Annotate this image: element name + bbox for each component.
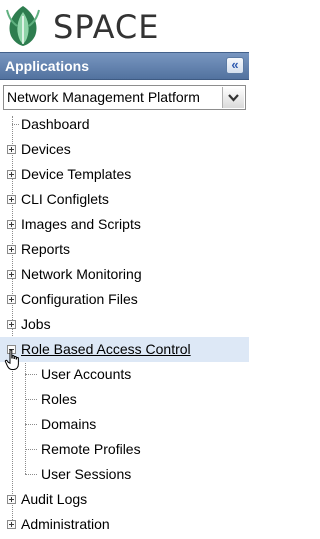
expand-plus-icon[interactable] <box>7 145 16 154</box>
logo-bar: SPACE <box>0 0 249 52</box>
tree-stub <box>25 449 37 450</box>
nav-item-dashboard[interactable]: Dashboard <box>0 112 249 137</box>
nav-item-jobs[interactable]: Jobs <box>0 312 249 337</box>
nav-subitem-user-sessions[interactable]: User Sessions <box>0 462 249 487</box>
navigation-tree: Dashboard Devices Device Templates CLI C… <box>0 112 249 539</box>
nav-item-audit-logs[interactable]: Audit Logs <box>0 487 249 512</box>
nav-subitem-label: User Accounts <box>41 366 132 382</box>
chevron-down-icon <box>228 94 239 102</box>
collapse-panel-button[interactable]: « <box>226 57 244 74</box>
nav-item-label: Images and Scripts <box>21 216 141 232</box>
nav-item-label: Jobs <box>21 316 51 332</box>
nav-subitem-label: Domains <box>41 416 97 432</box>
expand-plus-icon[interactable] <box>7 320 16 329</box>
header-title: Applications <box>5 58 90 74</box>
nav-subitem-roles[interactable]: Roles <box>0 387 249 412</box>
nav-item-label: Devices <box>21 141 71 157</box>
space-leaf-logo-icon <box>6 6 40 46</box>
tree-stub <box>25 399 37 400</box>
applications-header: Applications « <box>0 52 249 80</box>
expand-plus-icon[interactable] <box>7 195 16 204</box>
hand-pointer-cursor-icon <box>4 349 19 370</box>
nav-item-reports[interactable]: Reports <box>0 237 249 262</box>
nav-item-label: Dashboard <box>21 116 90 132</box>
nav-item-label: Audit Logs <box>21 491 88 507</box>
nav-item-label: Configuration Files <box>21 291 138 307</box>
nav-subitem-domains[interactable]: Domains <box>0 412 249 437</box>
double-chevron-left-icon: « <box>231 57 239 72</box>
nav-item-label: Reports <box>21 241 71 257</box>
expand-plus-icon[interactable] <box>7 295 16 304</box>
nav-item-images-and-scripts[interactable]: Images and Scripts <box>0 212 249 237</box>
expand-plus-icon[interactable] <box>7 220 16 229</box>
nav-item-label: CLI Configlets <box>21 191 109 207</box>
expand-plus-icon[interactable] <box>7 520 16 529</box>
nav-item-label: Device Templates <box>21 166 132 182</box>
nav-item-configuration-files[interactable]: Configuration Files <box>0 287 249 312</box>
nav-item-label: Network Monitoring <box>21 266 142 282</box>
brand-name: SPACE <box>53 8 160 46</box>
tree-stub <box>25 374 37 375</box>
expand-plus-icon[interactable] <box>7 170 16 179</box>
nav-item-devices[interactable]: Devices <box>0 137 249 162</box>
tree-stub <box>25 474 37 475</box>
tree-stub <box>25 424 37 425</box>
nav-item-label: Role Based Access Control <box>21 341 191 357</box>
expand-plus-icon[interactable] <box>7 270 16 279</box>
nav-item-network-monitoring[interactable]: Network Monitoring <box>0 262 249 287</box>
nav-item-role-based-access-control[interactable]: Role Based Access Control <box>0 337 249 362</box>
select-dropdown-button[interactable] <box>222 87 244 108</box>
nav-item-cli-configlets[interactable]: CLI Configlets <box>0 187 249 212</box>
nav-subitem-user-accounts[interactable]: User Accounts <box>0 362 249 387</box>
nav-subitem-label: Roles <box>41 391 77 407</box>
nav-item-label: Administration <box>21 516 110 532</box>
expand-plus-icon[interactable] <box>7 245 16 254</box>
tree-stub <box>12 124 19 125</box>
nav-subitem-remote-profiles[interactable]: Remote Profiles <box>0 437 249 462</box>
nav-subitem-label: Remote Profiles <box>41 441 141 457</box>
expand-plus-icon[interactable] <box>7 495 16 504</box>
nav-item-device-templates[interactable]: Device Templates <box>0 162 249 187</box>
nav-item-administration[interactable]: Administration <box>0 512 249 537</box>
application-select-value: Network Management Platform <box>7 89 200 105</box>
nav-subitem-label: User Sessions <box>41 466 132 482</box>
application-select[interactable]: Network Management Platform <box>3 85 246 110</box>
